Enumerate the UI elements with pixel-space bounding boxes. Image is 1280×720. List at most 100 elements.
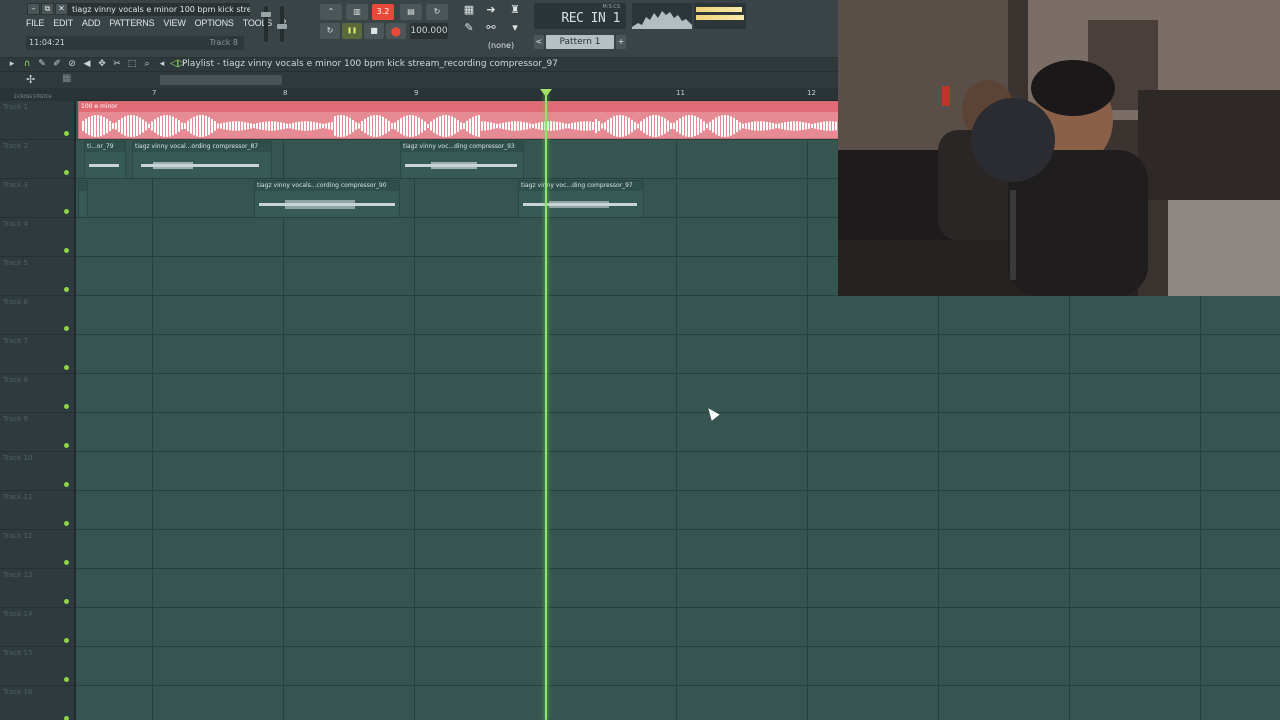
transport-panel: ⌃ ▥ 3.2 ▤ ↻ ↻ ❚❚ ■ ● 100.000 [318,2,452,46]
track-row-divider [76,334,1280,335]
menu-patterns[interactable]: PATTERNS [109,18,154,32]
track-header[interactable]: Track 6 [0,296,74,335]
loop-icon[interactable]: ↻ [320,23,340,39]
track-mute-led[interactable] [64,209,69,214]
audio-clip[interactable]: tiagz vinny voc...ding compressor_93 [400,141,524,179]
menu-edit[interactable]: EDIT [53,18,73,32]
track-header[interactable]: Track 4 [0,218,74,257]
keyboard-icon[interactable]: ▦ [62,73,71,84]
track-row-divider [76,685,1280,686]
track-header[interactable]: Track 1 [0,101,74,140]
minimize-icon[interactable]: – [27,3,40,15]
track-header[interactable]: Track 3 [0,179,74,218]
track-header[interactable]: Track 10 [0,452,74,491]
track-mute-led[interactable] [64,170,69,175]
track-mute-led[interactable] [64,716,69,720]
paint-icon[interactable]: ✐ [51,59,63,69]
draw-icon[interactable]: ✎ [36,59,48,69]
mute-icon[interactable]: ◀ [81,59,93,69]
track-mute-led[interactable] [64,638,69,643]
track-mute-led[interactable] [64,248,69,253]
pattern-prev-button[interactable]: < [534,35,544,49]
menu-view[interactable]: VIEW [163,18,185,32]
audio-clip[interactable]: 100 e minor [78,101,840,139]
track-name: Track 11 [3,493,33,501]
stamp-icon[interactable]: ♜ [506,2,524,18]
menu-add[interactable]: ADD [82,18,101,32]
pattern-name[interactable]: Pattern 1 [546,35,614,49]
pencil-icon[interactable]: ✎ [460,20,478,36]
track-header[interactable]: Track 12 [0,530,74,569]
oscilloscope [632,3,692,29]
step-edit-icon[interactable]: ▤ [400,4,422,20]
select-icon[interactable]: ⬚ [126,59,138,69]
playback-icon[interactable]: ◂ [156,59,168,69]
track-row-divider [76,529,1280,530]
track-row-divider [76,646,1280,647]
tempo-display[interactable]: 100.000 [410,23,448,39]
track-row-divider [76,568,1280,569]
master-pitch-slider[interactable] [277,6,287,42]
track-header[interactable]: Track 13 [0,569,74,608]
track-header[interactable]: Track 16 [0,686,74,720]
chevron-down-icon[interactable]: ▾ [506,20,524,36]
track-mute-led[interactable] [64,521,69,526]
pattern-add-button[interactable]: + [616,35,626,49]
audio-clip[interactable]: tiagz vinny vocal...ording compressor_87 [132,141,272,179]
track-header[interactable]: Track 7 [0,335,74,374]
close-icon[interactable]: ✕ [55,3,68,15]
track-mute-led[interactable] [64,131,69,136]
hint-bar: 11:04:21 Track 8 [26,36,244,50]
track-mute-led[interactable] [64,560,69,565]
track-mute-led[interactable] [64,404,69,409]
track-header[interactable]: Track 14 [0,608,74,647]
wait-icon[interactable]: ▥ [346,4,368,20]
track-mute-led[interactable] [64,677,69,682]
clip-waveform [405,162,517,169]
master-volume-slider[interactable] [261,6,271,42]
track-mute-led[interactable] [64,482,69,487]
menu-file[interactable]: FILE [26,18,44,32]
piano-icon[interactable]: ▦ [460,2,478,18]
record-button[interactable]: ● [386,23,406,39]
pause-button[interactable]: ❚❚ [342,23,362,39]
track-header[interactable]: Track 9 [0,413,74,452]
track-mute-led[interactable] [64,599,69,604]
audio-clip[interactable]: tiagz vinny vocals...cording compressor_… [254,180,400,218]
horizontal-scrollbar[interactable] [160,75,282,85]
track-name: Track 13 [3,571,33,579]
audio-clip[interactable]: ti...or_79 [84,141,126,179]
track-mute-led[interactable] [64,443,69,448]
track-header[interactable]: Track 11 [0,491,74,530]
magnet-icon[interactable]: ∩ [21,59,33,69]
audio-clip[interactable]: tiagz vinny voc...ding compressor_97 [518,180,644,218]
slip-icon[interactable]: ✥ [96,59,108,69]
restore-icon[interactable]: ⧉ [41,3,54,15]
slice-icon[interactable]: ✂ [111,59,123,69]
move-icon[interactable]: ✢ [26,73,35,86]
timeline-ruler[interactable]: 7 8 9 11 12 [76,88,838,100]
arrow-menu-icon[interactable]: ▸ [6,59,18,69]
track-header[interactable]: Track 8 [0,374,74,413]
track-header[interactable]: Track 15 [0,647,74,686]
track-mute-led[interactable] [64,365,69,370]
audio-clip[interactable] [78,180,88,218]
track-mute-led[interactable] [64,326,69,331]
track-name: Track 7 [3,337,28,345]
metronome-icon[interactable]: ⌃ [320,4,342,20]
snap-select[interactable]: (none) [478,40,524,52]
clip-name: 100 e minor [79,102,839,112]
playhead[interactable] [545,94,547,720]
stop-button[interactable]: ■ [364,23,384,39]
loop-record-icon[interactable]: ↻ [426,4,448,20]
delete-icon[interactable]: ⊘ [66,59,78,69]
track-header[interactable]: Track 5 [0,257,74,296]
bar-gridline [807,101,808,720]
link-icon[interactable]: ⚯ [482,20,500,36]
track-header[interactable]: Track 2 [0,140,74,179]
arrow-right-icon[interactable]: ➜ [482,2,500,18]
track-mute-led[interactable] [64,287,69,292]
zoom-icon[interactable]: ⌕ [141,59,153,69]
menu-options[interactable]: OPTIONS [195,18,234,32]
pattern-song-toggle[interactable]: 3.2 [372,4,394,20]
